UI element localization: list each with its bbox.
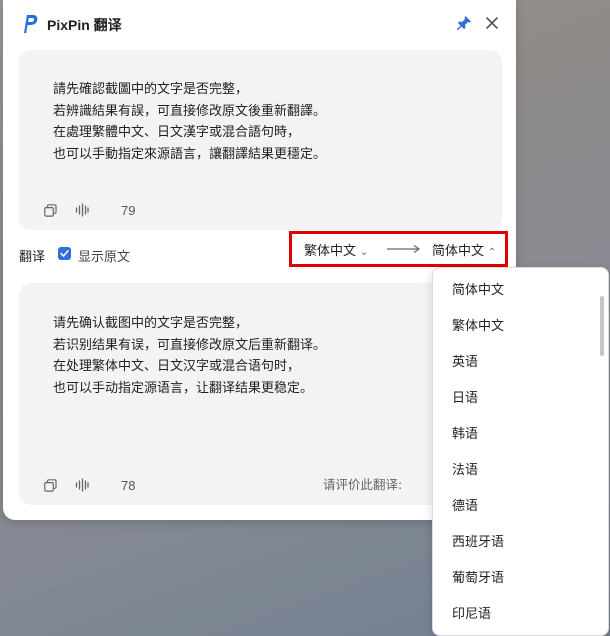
source-footer: 79 (43, 200, 135, 220)
source-language-label: 繁体中文 (304, 244, 357, 259)
pin-icon[interactable] (455, 14, 473, 32)
translate-toolbar: 翻译 显示原文 繁体中文 ⌄ 简体中文 ⌃ (3, 231, 516, 270)
translation-char-count: 78 (121, 477, 136, 493)
source-line: 也可以手動指定來源語言，讓翻譯結果更穩定。 (53, 146, 327, 162)
target-language-dropdown: 简体中文 繁体中文 英语 日语 韩语 法语 德语 西班牙语 葡萄牙语 印尼语 (432, 267, 609, 636)
translation-panel[interactable]: 请先确认截图中的文字是否完整， 若识别结果有误，可直接修改原文后重新翻译。 在处… (19, 283, 502, 505)
title-bar: PixPin 翻译 (3, 0, 516, 46)
close-icon[interactable] (483, 14, 501, 32)
translated-line: 若识别结果有误，可直接修改原文后重新翻译。 (53, 337, 327, 353)
language-option[interactable]: 德语 (433, 489, 608, 525)
language-option[interactable]: 繁体中文 (433, 309, 608, 345)
copy-icon[interactable] (43, 478, 57, 492)
audio-wave-icon[interactable] (75, 478, 89, 492)
audio-wave-icon[interactable] (75, 203, 89, 217)
pixpin-logo-icon (24, 15, 38, 33)
target-language-select[interactable]: 简体中文 ⌃ (432, 240, 496, 259)
source-line: 若辨識結果有誤，可直接修改原文後重新翻譯。 (53, 103, 327, 119)
translated-text[interactable]: 请先确认截图中的文字是否完整， 若识别结果有误，可直接修改原文后重新翻译。 在处… (53, 313, 326, 399)
chevron-up-icon: ⌃ (488, 247, 497, 258)
source-text[interactable]: 請先確認截圖中的文字是否完整， 若辨識結果有誤，可直接修改原文後重新翻譯。 在處… (53, 79, 326, 165)
translated-line: 请先确认截图中的文字是否完整， (53, 316, 249, 331)
source-char-count: 79 (121, 202, 136, 218)
target-language-label: 简体中文 (432, 244, 485, 259)
language-option[interactable]: 西班牙语 (433, 525, 608, 561)
language-option[interactable]: 简体中文 (433, 273, 608, 309)
rate-translation-label: 请评价此翻译: (323, 477, 403, 492)
source-line: 在處理繁體中文、日文漢字或混合語句時， (53, 125, 301, 140)
source-line: 請先確認截圖中的文字是否完整， (53, 82, 249, 97)
language-option[interactable]: 日语 (433, 381, 608, 417)
language-selector: 繁体中文 ⌄ 简体中文 ⌃ (289, 231, 508, 267)
translated-line: 在处理繁体中文、日文汉字或混合语句时， (53, 359, 301, 374)
app-title: PixPin 翻译 (47, 17, 122, 33)
language-option[interactable]: 韩语 (433, 417, 608, 453)
check-icon (60, 250, 69, 258)
show-original-label[interactable]: 显示原文 (78, 246, 130, 265)
long-arrow-icon (387, 245, 421, 253)
language-option[interactable]: 葡萄牙语 (433, 561, 608, 597)
source-language-select[interactable]: 繁体中文 ⌄ (304, 240, 368, 259)
translated-line: 也可以手动指定源语言，让翻译结果更稳定。 (53, 380, 314, 396)
language-option[interactable]: 法语 (433, 453, 608, 489)
translation-footer: 78 (43, 475, 135, 495)
chevron-down-icon: ⌄ (360, 247, 369, 258)
copy-icon[interactable] (43, 203, 57, 217)
dropdown-scrollbar[interactable] (600, 296, 604, 356)
language-option[interactable]: 印尼语 (433, 597, 608, 633)
source-text-panel[interactable]: 請先確認截圖中的文字是否完整， 若辨識結果有誤，可直接修改原文後重新翻譯。 在處… (19, 50, 502, 230)
translate-label: 翻译 (19, 250, 46, 265)
show-original-checkbox[interactable] (58, 247, 71, 260)
language-option[interactable]: 英语 (433, 345, 608, 381)
